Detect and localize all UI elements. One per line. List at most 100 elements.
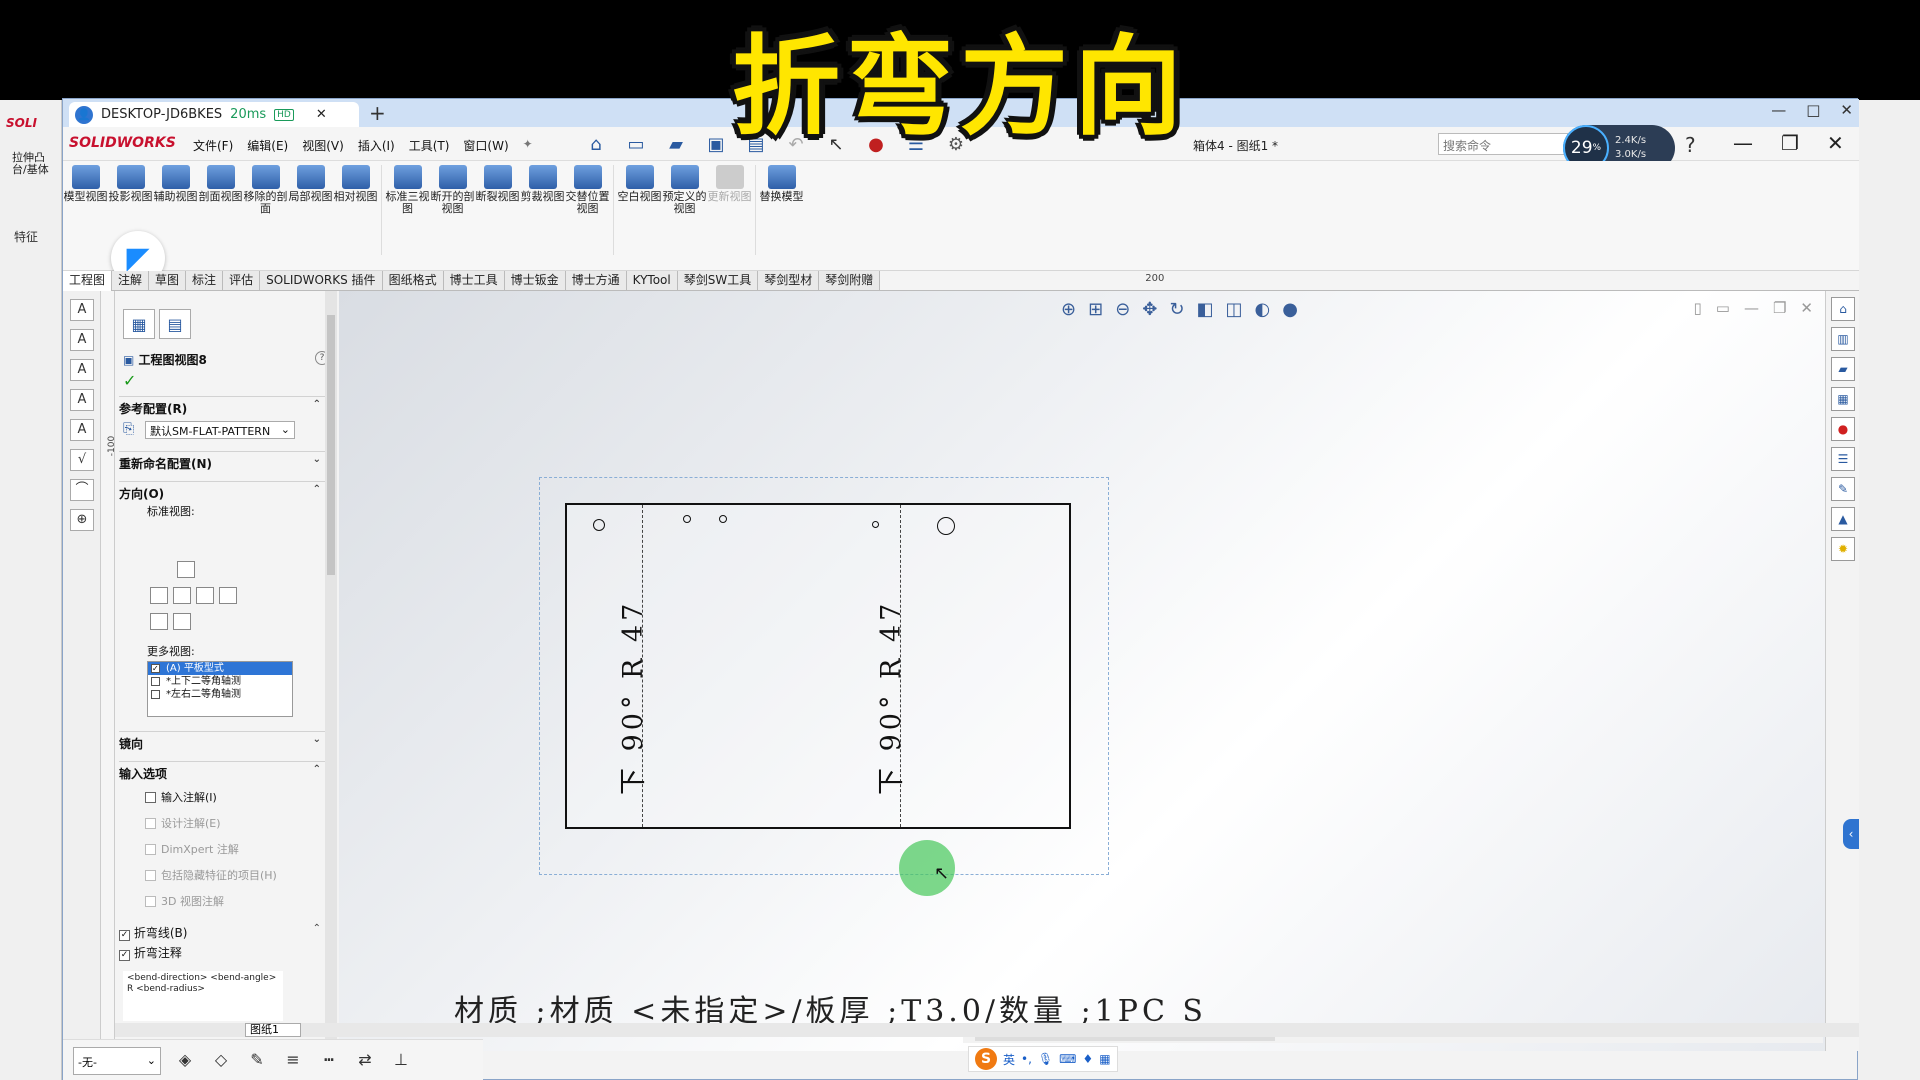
gfx-minimize-icon[interactable]: — xyxy=(1744,299,1759,317)
keyboard-icon[interactable]: ⌨ xyxy=(1059,1052,1076,1066)
cm-tab[interactable]: 博士钣金 xyxy=(505,271,566,291)
cm-tab[interactable]: 博士方通 xyxy=(566,271,627,291)
more-views-list[interactable]: ✓ (A) 平板型式 *上下二等角轴测 *左右二等角轴测 xyxy=(147,661,293,717)
menu-file[interactable]: 文件(F) xyxy=(193,137,233,154)
weld-symbol-icon[interactable]: ⌒ xyxy=(70,479,94,501)
ime-punctuation-icon[interactable]: •, xyxy=(1021,1052,1032,1066)
ribbon-button[interactable]: 模型视图 xyxy=(63,165,108,225)
color-display-mode-icon[interactable]: ⊥ xyxy=(389,1050,413,1072)
bend-lines-checkbox[interactable]: ✓ xyxy=(119,930,130,941)
idea-icon[interactable]: ✹ xyxy=(1831,537,1855,561)
menu-view[interactable]: 视图(V) xyxy=(302,137,344,154)
line-style-icon[interactable]: ┅ xyxy=(317,1050,341,1072)
hole[interactable] xyxy=(593,519,605,531)
microphone-icon[interactable]: 🎙 xyxy=(1038,1052,1053,1066)
ref-config-select[interactable]: 默认SM-FLAT-PATTERN ⌄ xyxy=(145,421,295,439)
cm-tab[interactable]: KYTool xyxy=(627,271,678,291)
ribbon-button[interactable]: 交替位置视图 xyxy=(565,165,610,225)
sogou-ime-icon[interactable]: S xyxy=(975,1048,997,1070)
ribbon-button[interactable]: 替换模型 xyxy=(759,165,804,225)
flat-pattern-outline[interactable]: 下 90° R 47 下 90° R 47 xyxy=(565,503,1071,829)
ribbon-button[interactable]: 预定义的视图 xyxy=(662,165,707,225)
ok-check-icon[interactable]: ✓ xyxy=(123,371,136,390)
cm-tab[interactable]: 评估 xyxy=(223,271,261,291)
ribbon-button[interactable]: 剪裁视图 xyxy=(520,165,565,225)
view-left-icon[interactable] xyxy=(173,587,191,604)
ribbon-button[interactable]: 空白视图 xyxy=(617,165,662,225)
view-orientation-icon[interactable]: ◫ xyxy=(1225,299,1242,320)
bend-notes-row[interactable]: ✓ 折弯注释 xyxy=(119,941,325,961)
sheet-tab-1[interactable]: 图纸1 xyxy=(245,1023,301,1037)
cm-tab[interactable]: 图纸格式 xyxy=(383,271,444,291)
mirror-section[interactable]: 镜向 ⌄ xyxy=(119,731,325,751)
view-bottom-icon[interactable] xyxy=(173,613,191,630)
appearance-icon[interactable]: ● xyxy=(1282,299,1298,320)
menu-edit[interactable]: 编辑(E) xyxy=(247,137,288,154)
hole[interactable] xyxy=(719,515,727,523)
learning-icon[interactable]: ▲ xyxy=(1831,507,1855,531)
design-library-icon[interactable]: ▥ xyxy=(1831,327,1855,351)
bend-lines-row[interactable]: ✓ 折弯线(B) ⌃ xyxy=(119,921,325,941)
cm-tab[interactable]: 草图 xyxy=(149,271,187,291)
rd-maximize-icon[interactable]: □ xyxy=(1806,101,1820,119)
split-horizontal-icon[interactable]: ▭ xyxy=(1716,299,1730,317)
hole[interactable] xyxy=(683,515,691,523)
property-manager-tab-icon[interactable]: ▤ xyxy=(159,309,191,339)
graphics-area[interactable]: ⊕ ⊞ ⊖ ✥ ↻ ◧ ◫ ◐ ● ▯ ▭ — ❐ ✕ 下 90° R 47 下… xyxy=(339,291,1847,1051)
ribbon-button[interactable]: 相对视图 xyxy=(333,165,378,225)
bend-notes-checkbox[interactable]: ✓ xyxy=(119,950,130,961)
outer-extrude-button[interactable]: 拉伸凸台/基体 xyxy=(12,152,52,176)
ribbon-button[interactable]: 移除的剖面 xyxy=(243,165,288,225)
split-vertical-icon[interactable]: ▯ xyxy=(1694,299,1702,317)
ribbon-button[interactable]: 辅助视图 xyxy=(153,165,198,225)
display-style-icon[interactable]: ◐ xyxy=(1255,299,1271,320)
view-isometric-icon[interactable] xyxy=(150,613,168,630)
pin-icon[interactable]: ✦ xyxy=(523,137,533,154)
rd-close-icon[interactable]: ✕ xyxy=(1840,101,1853,119)
skin-icon[interactable]: ♦ xyxy=(1082,1052,1093,1066)
layer-select[interactable]: -无- ⌄ xyxy=(73,1046,161,1075)
cm-tab[interactable]: SOLIDWORKS 插件 xyxy=(260,271,383,291)
notes-icon[interactable]: ✎ xyxy=(1831,477,1855,501)
ribbon-button[interactable]: 局部视图 xyxy=(288,165,333,225)
auto-balloon-icon[interactable]: A xyxy=(70,419,94,441)
view-right-icon[interactable] xyxy=(196,587,214,604)
zoom-to-fit-icon[interactable]: ⊕ xyxy=(1061,299,1076,320)
line-color-icon[interactable]: ✎ xyxy=(245,1050,269,1072)
orientation-section[interactable]: 方向(O) ⌃ xyxy=(119,481,325,501)
ribbon-button[interactable]: 标准三视图 xyxy=(385,165,430,225)
gfx-restore-icon[interactable]: ❐ xyxy=(1773,299,1786,317)
feature-tree-tab-icon[interactable]: ▦ xyxy=(123,309,155,339)
file-explorer-icon[interactable]: ▰ xyxy=(1831,357,1855,381)
ribbon-button[interactable]: 投影视图 xyxy=(108,165,153,225)
view-top-icon[interactable] xyxy=(219,587,237,604)
search-commands-input[interactable]: 搜索命令 xyxy=(1438,133,1568,155)
view-checkbox[interactable] xyxy=(151,677,160,686)
zoom-to-area-icon[interactable]: ⊞ xyxy=(1088,299,1103,320)
rd-session-tab[interactable]: 👤 DESKTOP-JD6BKES 20ms HD ✕ xyxy=(69,102,359,127)
sw-close-icon[interactable]: ✕ xyxy=(1827,131,1844,155)
rotate-icon[interactable]: ↻ xyxy=(1169,299,1184,320)
bend-note-left[interactable]: 下 90° R 47 xyxy=(611,600,650,795)
sw-restore-icon[interactable]: ❐ xyxy=(1781,131,1799,155)
cm-tab[interactable]: 琴剑附赠 xyxy=(819,271,881,291)
layer-icon[interactable]: ◇ xyxy=(209,1050,233,1072)
more-views-item[interactable]: ✓ (A) 平板型式 xyxy=(148,662,292,675)
pan-icon[interactable]: ✥ xyxy=(1142,299,1157,320)
cm-tab[interactable]: 工程图 xyxy=(63,271,113,291)
view-front-icon[interactable] xyxy=(177,561,195,578)
bend-note-right[interactable]: 下 90° R 47 xyxy=(869,600,908,795)
new-tab-icon[interactable]: + xyxy=(369,101,386,125)
view-checkbox[interactable]: ✓ xyxy=(151,664,160,673)
cm-tab[interactable]: 琴剑SW工具 xyxy=(678,271,759,291)
bend-note-template-field[interactable]: <bend-direction> <bend-angle> R <bend-ra… xyxy=(123,971,283,1021)
outer-feature-tab[interactable]: 特征 xyxy=(14,228,38,245)
ribbon-button[interactable]: 剖面视图 xyxy=(198,165,243,225)
rd-minimize-icon[interactable]: — xyxy=(1771,101,1786,119)
import-option[interactable]: 输入注解(I) xyxy=(145,789,217,805)
menu-tools[interactable]: 工具(T) xyxy=(409,137,450,154)
layer-properties-icon[interactable]: ◈ xyxy=(173,1050,197,1072)
view-checkbox[interactable] xyxy=(151,690,160,699)
cm-tab[interactable]: 博士工具 xyxy=(444,271,505,291)
hole[interactable] xyxy=(937,517,955,535)
